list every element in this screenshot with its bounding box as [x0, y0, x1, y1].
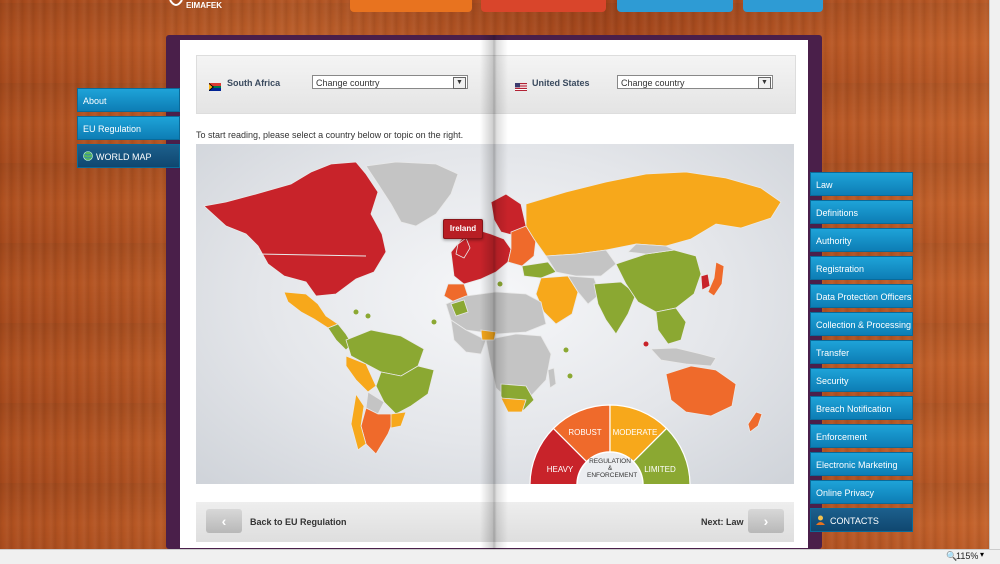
map-dot[interactable]: [365, 313, 371, 319]
left-nav-world-map[interactable]: WORLD MAP: [77, 144, 180, 168]
legend-label-limited: LIMITED: [644, 465, 676, 474]
map-dot[interactable]: [353, 309, 359, 315]
chevron-down-icon[interactable]: ▼: [453, 77, 466, 89]
book-spine: [480, 35, 508, 550]
south-africa-flag-icon: [209, 78, 221, 91]
map-region-japan[interactable]: [707, 261, 725, 297]
topic-label: Security: [816, 376, 849, 386]
topic-label: Data Protection Officers: [816, 292, 912, 302]
next-label[interactable]: Next: Law: [701, 517, 744, 527]
topic-label: Definitions: [816, 208, 859, 218]
app-logo[interactable]: EIMAFEK: [168, 0, 254, 10]
status-bar: 🔍 115% ▾: [0, 549, 1000, 564]
topic-label: Registration: [816, 264, 865, 274]
left-nav-label: WORLD MAP: [96, 152, 152, 162]
topic-label: Authority: [816, 236, 852, 246]
map-region-indonesia[interactable]: [650, 347, 717, 367]
left-nav-about[interactable]: About: [77, 88, 180, 112]
us-flag-icon: [515, 78, 527, 91]
top-button-3[interactable]: [617, 0, 733, 12]
next-button[interactable]: ›: [748, 509, 784, 533]
topic-label: Online Privacy: [816, 488, 875, 498]
map-dot[interactable]: [563, 347, 569, 353]
topic-law[interactable]: Law: [810, 172, 913, 196]
topic-enforcement[interactable]: Enforcement: [810, 424, 913, 448]
country-tooltip-label: Ireland: [449, 224, 477, 233]
logo-text: EIMAFEK: [186, 1, 222, 10]
topic-definitions[interactable]: Definitions: [810, 200, 913, 224]
topic-label: Transfer: [816, 348, 850, 358]
map-region-brazil[interactable]: [375, 365, 435, 415]
topic-registration[interactable]: Registration: [810, 256, 913, 280]
person-icon: [816, 515, 825, 525]
topic-label: Law: [816, 180, 833, 190]
topic-transfer[interactable]: Transfer: [810, 340, 913, 364]
map-region-new-zealand[interactable]: [747, 411, 763, 433]
map-region-korea[interactable]: [700, 273, 711, 291]
back-label[interactable]: Back to EU Regulation: [250, 517, 347, 527]
legend-label-robust: ROBUST: [568, 428, 601, 437]
topic-authority[interactable]: Authority: [810, 228, 913, 252]
left-country-name: South Africa: [227, 78, 281, 88]
map-region-uruguay[interactable]: [390, 411, 407, 429]
map-region-russia[interactable]: [525, 171, 782, 257]
left-nav-label: About: [83, 96, 107, 106]
topic-label: Enforcement: [816, 432, 868, 442]
intro-text: To start reading, please select a countr…: [196, 130, 464, 140]
legend-label-heavy: HEAVY: [547, 465, 574, 474]
map-region-north-america[interactable]: [203, 161, 387, 297]
topic-collection-processing[interactable]: Collection & Processing: [810, 312, 913, 336]
chevron-down-icon[interactable]: ▼: [758, 77, 771, 89]
left-nav-eu-regulation[interactable]: EU Regulation: [77, 116, 180, 140]
map-dot[interactable]: [643, 341, 649, 347]
topic-label: Collection & Processing: [816, 320, 912, 330]
right-country-select-value: Change country: [621, 78, 685, 88]
country-tooltip: Ireland: [443, 219, 483, 239]
topic-electronic-marketing[interactable]: Electronic Marketing: [810, 452, 913, 476]
map-region-australia[interactable]: [665, 365, 737, 417]
contacts-button[interactable]: CONTACTS: [810, 508, 913, 532]
map-region-mexico[interactable]: [283, 291, 339, 329]
topic-breach-notification[interactable]: Breach Notification: [810, 396, 913, 420]
logo-mark-icon: EIMAFEK: [169, 0, 222, 10]
left-country-select-value: Change country: [316, 78, 380, 88]
topic-data-protection-officers[interactable]: Data Protection Officers: [810, 284, 913, 308]
back-button[interactable]: ‹: [206, 509, 242, 533]
topic-label: Breach Notification: [816, 404, 892, 414]
topic-security[interactable]: Security: [810, 368, 913, 392]
top-button-1[interactable]: [350, 0, 472, 12]
topic-label: CONTACTS: [830, 516, 879, 526]
left-nav-label: EU Regulation: [83, 124, 142, 134]
legend-center-label: REGULATION & ENFORCEMENT: [587, 458, 638, 479]
map-region-greenland[interactable]: [365, 161, 459, 227]
topic-label: Electronic Marketing: [816, 460, 898, 470]
map-region-madagascar[interactable]: [547, 367, 557, 389]
top-button-4[interactable]: [743, 0, 823, 12]
chevron-down-icon[interactable]: ▾: [980, 550, 984, 559]
map-dot[interactable]: [431, 319, 437, 325]
map-region-southeast-asia[interactable]: [655, 307, 687, 345]
globe-icon: [83, 151, 93, 161]
legend-label-moderate: MODERATE: [613, 428, 658, 437]
right-country-select[interactable]: Change country ▼: [617, 75, 773, 89]
left-country-select[interactable]: Change country ▼: [312, 75, 468, 89]
topic-online-privacy[interactable]: Online Privacy: [810, 480, 913, 504]
map-dot[interactable]: [567, 373, 573, 379]
top-button-2[interactable]: [481, 0, 606, 12]
zoom-level[interactable]: 115%: [956, 551, 978, 561]
right-country-name: United States: [532, 78, 590, 88]
vertical-scrollbar[interactable]: [989, 0, 1000, 549]
